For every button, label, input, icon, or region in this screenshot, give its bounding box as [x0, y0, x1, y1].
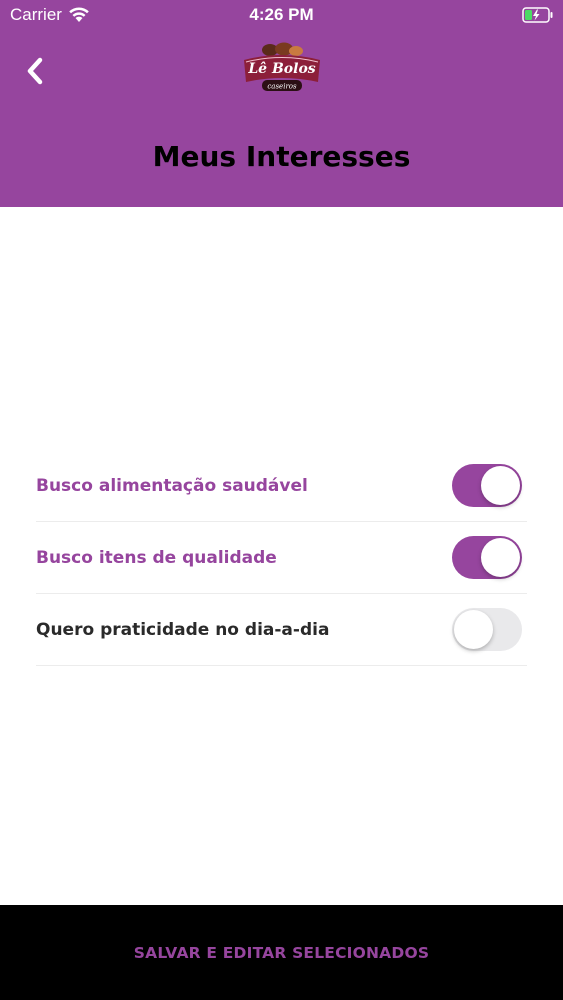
interest-row-practicality: Quero praticidade no dia-a-dia [36, 594, 527, 666]
chevron-left-icon [27, 57, 43, 85]
interest-row-quality-items: Busco itens de qualidade [36, 522, 527, 594]
brand-logo: Lê Bolos caseiros [244, 42, 320, 91]
back-button[interactable] [18, 52, 52, 90]
save-selected-label: SALVAR E EDITAR SELECIONADOS [133, 943, 430, 962]
battery-charging-icon [522, 7, 553, 23]
status-bar: Carrier 4:26 PM [0, 0, 563, 30]
interest-row-healthy-food: Busco alimentação saudável [36, 450, 527, 522]
toggle-knob [454, 610, 493, 649]
interest-toggle-quality-items[interactable] [452, 536, 522, 579]
save-selected-button[interactable]: SALVAR E EDITAR SELECIONADOS [0, 905, 563, 1000]
status-time: 4:26 PM [249, 5, 314, 24]
svg-text:caseiros: caseiros [267, 83, 297, 91]
header: Carrier 4:26 PM Lê Bolos caseiros Meus I… [0, 0, 563, 207]
interest-toggle-practicality[interactable] [452, 608, 522, 651]
svg-text:Lê Bolos: Lê Bolos [247, 61, 315, 77]
toggle-knob [481, 538, 520, 577]
interest-toggle-healthy-food[interactable] [452, 464, 522, 507]
interest-list: Busco alimentação saudável Busco itens d… [36, 450, 527, 666]
toggle-knob [481, 466, 520, 505]
page-title: Meus Interesses [152, 140, 411, 173]
